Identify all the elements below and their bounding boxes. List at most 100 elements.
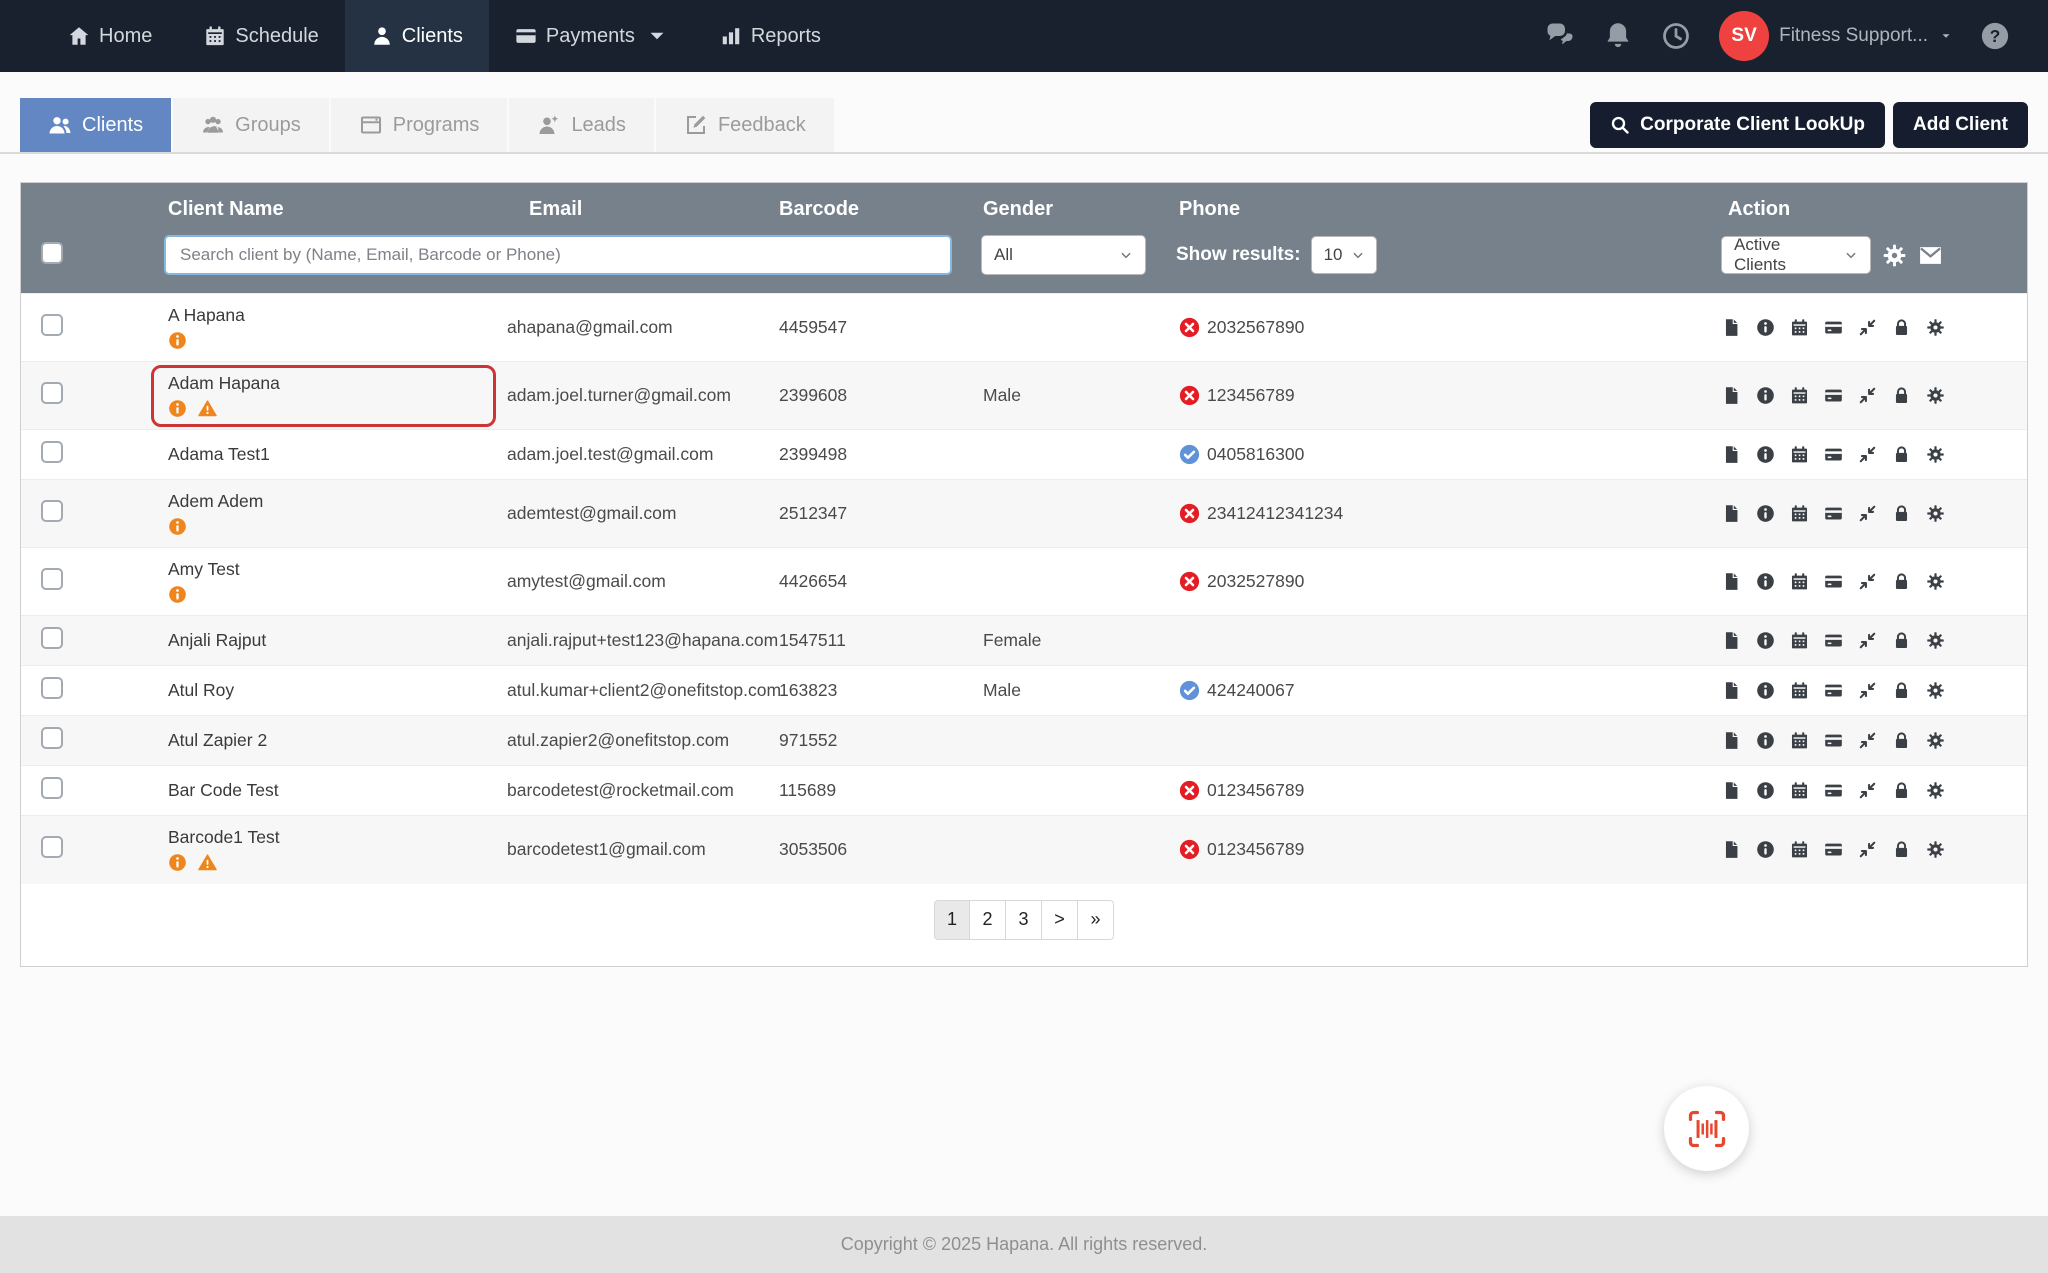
calendar-action-icon[interactable] [1790,840,1809,859]
envelope-icon[interactable] [1918,243,1943,268]
lock-action-icon[interactable] [1892,318,1911,337]
client-info-icon[interactable] [168,585,187,604]
calendar-action-icon[interactable] [1790,445,1809,464]
client-info-icon[interactable] [168,331,187,350]
merge-action-icon[interactable] [1858,386,1877,405]
tab-clients[interactable]: Clients [20,98,172,152]
info-action-icon[interactable] [1756,572,1775,591]
settings-action-icon[interactable] [1926,681,1945,700]
settings-action-icon[interactable] [1926,445,1945,464]
client-name[interactable]: Adam Hapana [168,373,491,394]
pagination-last[interactable]: » [1078,899,1114,940]
info-action-icon[interactable] [1756,386,1775,405]
lock-action-icon[interactable] [1892,681,1911,700]
client-name[interactable]: Amy Test [168,559,491,580]
avatar[interactable]: SV [1719,11,1770,61]
clock-icon[interactable] [1661,21,1691,51]
settings-action-icon[interactable] [1926,781,1945,800]
tab-programs[interactable]: Programs [330,98,508,152]
nav-item-payments[interactable]: Payments [489,0,694,72]
calendar-action-icon[interactable] [1790,504,1809,523]
tab-feedback[interactable]: Feedback [655,98,834,152]
lock-action-icon[interactable] [1892,445,1911,464]
row-checkbox[interactable] [41,314,63,336]
info-action-icon[interactable] [1756,840,1775,859]
notes-action-icon[interactable] [1722,840,1741,859]
calendar-action-icon[interactable] [1790,572,1809,591]
payment-action-icon[interactable] [1824,631,1843,650]
row-checkbox[interactable] [41,382,63,404]
payment-action-icon[interactable] [1824,731,1843,750]
select-all-checkbox[interactable] [41,241,63,264]
account-menu[interactable]: SV Fitness Support... [1719,11,1952,61]
calendar-action-icon[interactable] [1790,681,1809,700]
info-action-icon[interactable] [1756,631,1775,650]
help-icon[interactable]: ? [1980,21,2010,51]
merge-action-icon[interactable] [1858,840,1877,859]
info-action-icon[interactable] [1756,445,1775,464]
notes-action-icon[interactable] [1722,572,1741,591]
tab-groups[interactable]: Groups [173,98,329,152]
lock-action-icon[interactable] [1892,731,1911,750]
row-checkbox[interactable] [41,568,63,590]
calendar-action-icon[interactable] [1790,631,1809,650]
results-per-page-select[interactable]: 10 [1310,236,1377,274]
client-name[interactable]: Atul Zapier 2 [168,730,491,751]
client-name[interactable]: Barcode1 Test [168,827,491,848]
pagination-page-1[interactable]: 1 [934,899,970,940]
calendar-action-icon[interactable] [1790,731,1809,750]
client-status-select[interactable]: Active Clients [1721,235,1871,274]
merge-action-icon[interactable] [1858,318,1877,337]
pagination-page-2[interactable]: 2 [970,899,1006,940]
notes-action-icon[interactable] [1722,445,1741,464]
client-info-icon[interactable] [168,517,187,536]
settings-action-icon[interactable] [1926,840,1945,859]
bell-icon[interactable] [1603,21,1633,51]
merge-action-icon[interactable] [1858,681,1877,700]
payment-action-icon[interactable] [1824,318,1843,337]
client-search-input[interactable] [164,235,952,275]
merge-action-icon[interactable] [1858,445,1877,464]
client-info-icon[interactable] [168,399,187,418]
row-checkbox[interactable] [41,627,63,649]
client-name[interactable]: Bar Code Test [168,780,491,801]
nav-item-reports[interactable]: Reports [694,0,847,72]
row-checkbox[interactable] [41,836,63,859]
row-checkbox[interactable] [41,777,63,799]
payment-action-icon[interactable] [1824,504,1843,523]
calendar-action-icon[interactable] [1790,318,1809,337]
payment-action-icon[interactable] [1824,572,1843,591]
row-checkbox[interactable] [41,441,63,463]
notes-action-icon[interactable] [1722,504,1741,523]
settings-action-icon[interactable] [1926,504,1945,523]
settings-action-icon[interactable] [1926,731,1945,750]
gender-filter-select[interactable]: All [981,235,1146,275]
info-action-icon[interactable] [1756,781,1775,800]
calendar-action-icon[interactable] [1790,386,1809,405]
calendar-action-icon[interactable] [1790,781,1809,800]
corporate-client-lookup-button[interactable]: Corporate Client LookUp [1590,102,1885,148]
row-checkbox[interactable] [41,727,63,749]
barcode-scan-button[interactable] [1664,1086,1749,1171]
nav-item-home[interactable]: Home [42,0,178,72]
lock-action-icon[interactable] [1892,781,1911,800]
notes-action-icon[interactable] [1722,731,1741,750]
lock-action-icon[interactable] [1892,504,1911,523]
add-client-button[interactable]: Add Client [1893,102,2028,148]
client-name[interactable]: Adama Test1 [168,444,491,465]
notes-action-icon[interactable] [1722,631,1741,650]
settings-action-icon[interactable] [1926,386,1945,405]
tab-leads[interactable]: Leads [509,98,654,152]
lock-action-icon[interactable] [1892,631,1911,650]
info-action-icon[interactable] [1756,681,1775,700]
settings-action-icon[interactable] [1926,318,1945,337]
notes-action-icon[interactable] [1722,781,1741,800]
info-action-icon[interactable] [1756,731,1775,750]
gear-icon[interactable] [1882,243,1907,268]
nav-item-clients[interactable]: Clients [344,0,489,72]
lock-action-icon[interactable] [1892,840,1911,859]
payment-action-icon[interactable] [1824,781,1843,800]
row-checkbox[interactable] [41,500,63,522]
merge-action-icon[interactable] [1858,731,1877,750]
nav-item-schedule[interactable]: Schedule [178,0,344,72]
